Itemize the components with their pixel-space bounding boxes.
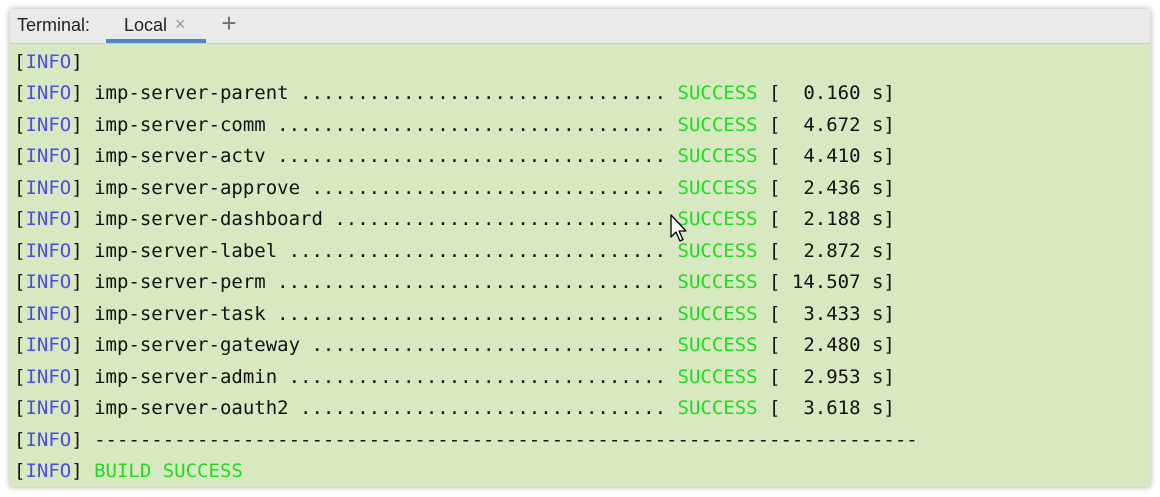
log-line: [INFO] imp-server-approve ..............… <box>14 177 895 199</box>
log-line: [INFO] imp-server-comm .................… <box>14 114 895 136</box>
module-line: imp-server-parent ......................… <box>94 82 667 104</box>
mouse-pointer-icon <box>670 214 687 242</box>
log-level: INFO <box>25 429 72 451</box>
log-level: INFO <box>25 303 72 325</box>
build-success-text: BUILD SUCCESS <box>94 460 243 482</box>
terminal-window: Terminal: Local × + [INFO] [INFO] imp-se… <box>10 9 1150 487</box>
module-line: imp-server-label .......................… <box>94 240 667 262</box>
build-time: [ 2.872 s] <box>769 240 895 262</box>
log-line: [INFO] imp-server-gateway ..............… <box>14 334 895 356</box>
terminal-title: Terminal: <box>17 15 91 35</box>
status-text: SUCCESS <box>677 303 758 325</box>
status-text: SUCCESS <box>677 114 758 136</box>
terminal-output[interactable]: [INFO] [INFO] imp-server-parent ........… <box>10 49 1150 482</box>
log-line: [INFO] imp-server-perm .................… <box>14 271 895 293</box>
log-level: INFO <box>25 397 72 419</box>
build-time: [ 4.672 s] <box>769 114 895 136</box>
separator-line: ----------------------------------------… <box>94 429 918 451</box>
log-level: INFO <box>25 177 72 199</box>
module-line: imp-server-actv ........................… <box>94 145 667 167</box>
log-level: INFO <box>25 145 72 167</box>
module-line: imp-server-gateway .....................… <box>94 334 667 356</box>
log-line: [INFO] imp-server-actv .................… <box>14 145 895 167</box>
status-text: SUCCESS <box>677 145 758 167</box>
log-level: INFO <box>25 51 72 73</box>
build-time: [ 2.953 s] <box>769 366 895 388</box>
status-text: SUCCESS <box>677 177 758 199</box>
build-time: [ 3.618 s] <box>769 397 895 419</box>
build-time: [ 14.507 s] <box>769 271 895 293</box>
build-time: [ 4.410 s] <box>769 145 895 167</box>
log-level: INFO <box>25 271 72 293</box>
log-level: INFO <box>25 114 72 136</box>
build-time: [ 2.480 s] <box>769 334 895 356</box>
close-icon[interactable]: × <box>175 14 186 35</box>
log-line: [INFO] imp-server-parent ...............… <box>14 82 895 104</box>
log-level: INFO <box>25 366 72 388</box>
module-line: imp-server-oauth2 ......................… <box>94 397 667 419</box>
log-level: INFO <box>25 460 72 482</box>
log-level: INFO <box>25 82 72 104</box>
log-line: [INFO] <box>14 51 83 73</box>
build-time: [ 2.436 s] <box>769 177 895 199</box>
build-time: [ 2.188 s] <box>769 208 895 230</box>
module-line: imp-server-task ........................… <box>94 303 667 325</box>
log-level: INFO <box>25 240 72 262</box>
log-line: [INFO] BUILD SUCCESS <box>14 460 243 482</box>
status-text: SUCCESS <box>677 240 758 262</box>
log-level: INFO <box>25 334 72 356</box>
log-line: [INFO] imp-server-label ................… <box>14 240 895 262</box>
status-text: SUCCESS <box>677 397 758 419</box>
log-line: [INFO] ---------------------------------… <box>14 429 918 451</box>
module-line: imp-server-approve .....................… <box>94 177 667 199</box>
build-time: [ 0.160 s] <box>769 82 895 104</box>
module-line: imp-server-admin .......................… <box>94 366 667 388</box>
module-line: imp-server-dashboard ...................… <box>94 208 667 230</box>
status-text: SUCCESS <box>677 271 758 293</box>
status-text: SUCCESS <box>677 366 758 388</box>
build-time: [ 3.433 s] <box>769 303 895 325</box>
tab-local[interactable]: Local × <box>106 9 206 43</box>
log-line: [INFO] imp-server-dashboard ............… <box>14 208 895 230</box>
module-line: imp-server-perm ........................… <box>94 271 667 293</box>
module-line: imp-server-comm ........................… <box>94 114 667 136</box>
terminal-tab-bar: Terminal: Local × + <box>10 9 1150 44</box>
log-line: [INFO] imp-server-oauth2 ...............… <box>14 397 895 419</box>
tab-label: Local <box>124 15 168 35</box>
log-level: INFO <box>25 208 72 230</box>
status-text: SUCCESS <box>677 334 758 356</box>
log-line: [INFO] imp-server-task .................… <box>14 303 895 325</box>
status-text: SUCCESS <box>677 82 758 104</box>
log-line: [INFO] imp-server-admin ................… <box>14 366 895 388</box>
add-tab-icon[interactable]: + <box>219 9 239 37</box>
